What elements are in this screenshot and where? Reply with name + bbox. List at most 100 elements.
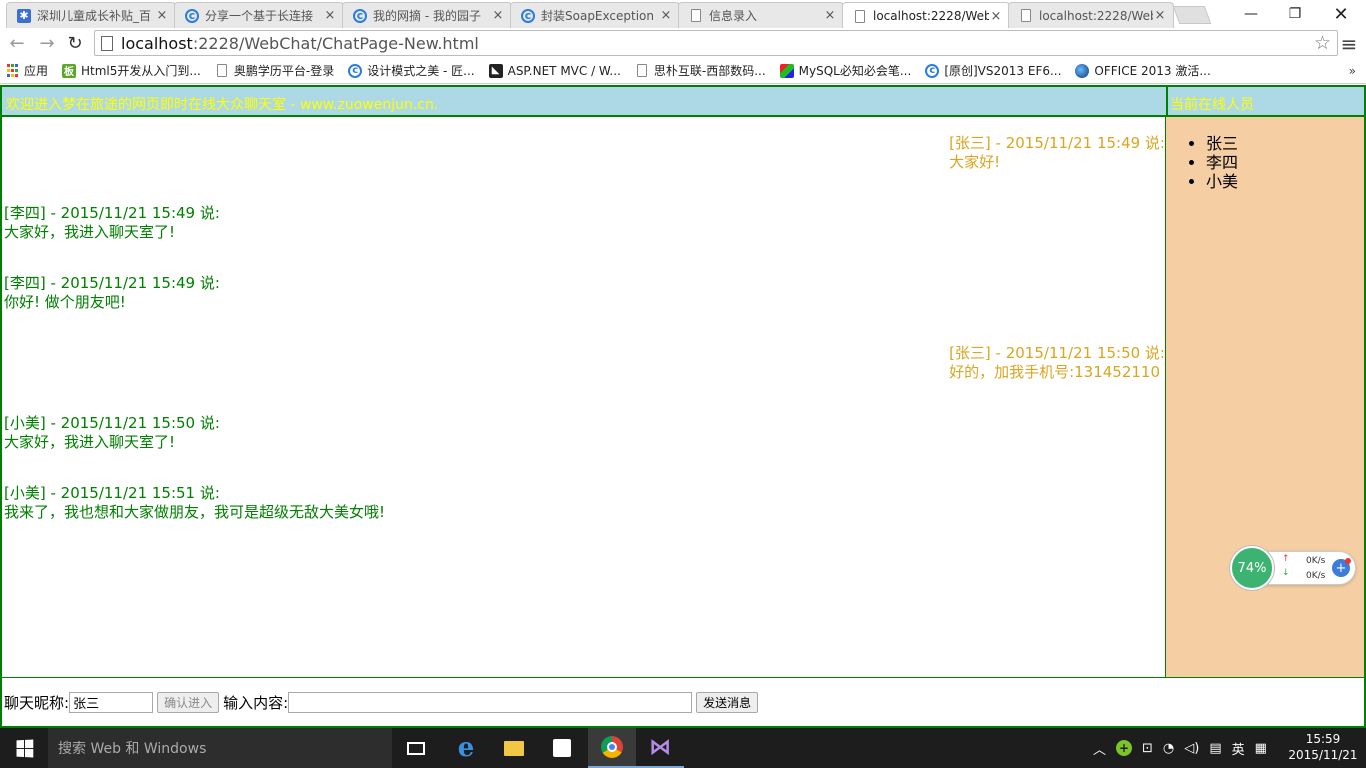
close-icon[interactable]: × [323,8,337,23]
blog-icon: c [353,8,367,23]
online-title: 当前在线人员 [1170,97,1254,113]
store-button[interactable] [538,728,586,768]
tab-strip: ✱ 深圳儿童成长补贴_百 × c 分享一个基于长连接 × c 我的网摘 - 我的… [0,0,1366,29]
paw-icon: ✱ [17,8,31,23]
address-bar[interactable]: localhost:2228/WebChat/ChatPage-New.html… [94,30,1338,56]
bookmark-star-icon[interactable]: ☆ [1314,32,1331,54]
message-body: 大家好! [949,153,1001,171]
bookmark-item[interactable]: 思朴互联-西部数码... [635,62,766,79]
chat-message-area[interactable]: [张三] - 2015/11/21 15:49 说: 大家好! [李四] - 2… [0,117,1166,677]
close-icon[interactable]: × [989,9,1003,24]
taskbar-clock[interactable]: 15:59 2015/11/21 [1282,731,1364,763]
browser-toolbar: ← → ↻ localhost:2228/WebChat/ChatPage-Ne… [0,28,1366,58]
taskbar-search[interactable]: 搜索 Web 和 Windows [48,728,392,768]
close-icon[interactable]: × [1153,8,1167,23]
online-user[interactable]: 张三 [1206,134,1364,153]
online-user[interactable]: 小美 [1206,172,1364,191]
new-tab-button[interactable] [1172,6,1212,24]
bookmark-item[interactable]: ◣ ASP.NET MVC / W... [488,63,621,78]
confirm-enter-button[interactable]: 确认进入 [157,691,220,713]
message-input[interactable] [288,691,693,713]
visual-studio-icon: ⋈ [649,734,671,760]
windows-logo-icon [16,739,33,757]
back-icon[interactable]: ← [6,32,28,54]
visual-studio-button[interactable]: ⋈ [636,728,684,768]
chrome-icon [601,736,623,758]
bookmark-label: 奥鹏学历平台-登录 [233,64,335,78]
restore-icon[interactable]: ❐ [1272,0,1318,28]
bookmarks-overflow-button[interactable]: » [1349,64,1356,78]
file-explorer-button[interactable] [490,728,538,768]
browser-tab[interactable]: c 我的网摘 - 我的园子 × [342,2,512,28]
dark-square-icon: ◣ [488,63,503,78]
tab-title: 我的网摘 - 我的园子 [373,9,481,23]
volume-icon[interactable]: ◁) [1184,741,1199,756]
message-header: [李四] - 2015/11/21 15:49 说: [4,274,220,292]
notification-dot [1345,558,1351,564]
start-button[interactable] [0,728,48,768]
bookmark-item[interactable]: 奥鹏学历平台-登录 [215,62,334,79]
sphere-icon [1075,63,1090,78]
page-icon [101,35,113,51]
chrome-button[interactable] [588,728,636,768]
message-header: [小美] - 2015/11/21 15:50 说: [4,414,220,432]
wifi-icon[interactable]: ◔ [1163,741,1174,756]
bookmark-item[interactable]: OFFICE 2013 激活... [1075,62,1211,79]
close-icon[interactable]: × [823,8,837,23]
close-icon[interactable]: × [491,8,505,23]
browser-tab-active[interactable]: localhost:2228/Web × [842,2,1010,29]
bookmark-label: MySQL必知必会笔... [798,64,912,78]
bookmark-item[interactable]: c 设计模式之美 - 匠... [348,62,475,79]
message-header: [张三] - 2015/11/21 15:49 说: [949,134,1165,152]
ime-indicator[interactable]: 英 [1232,739,1245,758]
close-icon[interactable]: × [659,8,673,23]
security-shield-icon[interactable]: + [1116,740,1133,756]
bookmark-label: OFFICE 2013 激活... [1094,64,1211,78]
minimize-icon[interactable]: — [1228,0,1274,28]
bookmark-item[interactable]: c [原创]VS2013 EF6... [925,62,1061,79]
chevron-up-icon[interactable]: ︿ [1093,739,1106,758]
bookmark-item[interactable]: 板 Html5开发从入门到... [62,62,201,79]
browser-tab[interactable]: 信息录入 × [678,2,844,28]
browser-tab[interactable]: localhost:2228/Web × [1008,2,1174,28]
close-window-icon[interactable]: ✕ [1318,0,1364,28]
upload-speed: 0K/s [1306,556,1326,566]
edge-button[interactable]: e [442,728,490,768]
message-header: [张三] - 2015/11/21 15:50 说: [949,344,1165,362]
chat-page: 欢迎进入梦在旅途的网页即时在线大众聊天室 - www.zuowenjun.cn.… [0,85,1366,728]
close-icon[interactable]: × [155,8,169,23]
online-user[interactable]: 李四 [1206,153,1364,172]
nickname-input[interactable] [69,691,154,713]
chat-message: [小美] - 2015/11/21 15:50 说: 大家好，我进入聊天室了! [4,414,220,452]
browser-tab[interactable]: ✱ 深圳儿童成长补贴_百 × [6,2,176,28]
page-icon [636,64,647,77]
chat-input-bar: 聊天昵称: 确认进入 输入内容: 发送消息 [0,677,1366,728]
bookmark-label: 设计模式之美 - 匠... [367,64,475,78]
forward-icon[interactable]: → [36,32,58,54]
network-adapter-icon[interactable]: ⊡ [1142,741,1153,756]
net-speed-widget[interactable]: 74% ↑ ↓ 0K/s 0K/s + [1230,546,1356,590]
chat-message: [张三] - 2015/11/21 15:49 说: 大家好! [949,134,1165,172]
memory-percent-badge[interactable]: 74% [1230,546,1274,590]
bookmark-item[interactable]: 应用 [6,62,48,79]
browser-tab[interactable]: c 封装SoapException × [510,2,680,28]
tab-title: 分享一个基于长连接 [205,9,314,23]
menu-icon[interactable]: ≡ [1340,32,1358,56]
browser-tab[interactable]: c 分享一个基于长连接 × [174,2,344,28]
chat-message: [李四] - 2015/11/21 15:49 说: 大家好，我进入聊天室了! [4,204,220,242]
task-view-icon [407,741,425,755]
task-view-button[interactable] [392,728,440,768]
bookmark-label: ASP.NET MVC / W... [507,63,621,78]
send-message-button[interactable]: 发送消息 [696,691,759,713]
notification-icon[interactable]: ▤ [1209,741,1221,756]
bookmark-label: [原创]VS2013 EF6... [944,64,1062,78]
bookmark-label: 应用 [24,64,49,78]
page-icon [1021,9,1031,22]
message-body: 好的，加我手机号:131452110 [949,363,1161,381]
reload-icon[interactable]: ↻ [64,32,86,54]
keyboard-icon[interactable]: ▦ [1255,741,1267,756]
clock-time: 15:59 [1305,732,1341,746]
bookmark-item[interactable]: MySQL必知必会笔... [779,62,912,79]
tab-title: localhost:2228/Web [1039,8,1153,23]
tab-title: localhost:2228/Web [873,9,989,23]
